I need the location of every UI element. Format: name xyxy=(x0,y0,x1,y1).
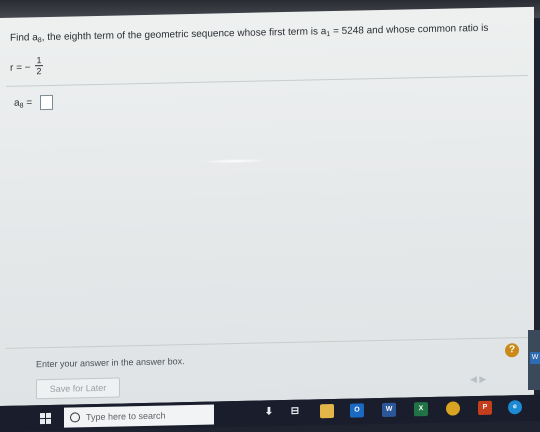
answer-label: a8 = xyxy=(14,97,33,110)
microphone-icon[interactable]: ⬇ xyxy=(262,405,276,419)
question-divider xyxy=(6,74,528,87)
ratio-numerator: 1 xyxy=(36,55,42,66)
windows-start-icon[interactable] xyxy=(40,412,51,425)
question-nav-arrows[interactable]: ◀ ▶ xyxy=(470,374,486,385)
taskbar-search[interactable]: Type here to search xyxy=(64,404,214,428)
outlook-icon[interactable]: O xyxy=(350,403,364,418)
ratio-label: r = − xyxy=(10,62,31,74)
ratio-fraction: 1 2 xyxy=(34,55,44,76)
task-view-icon[interactable]: ⊟ xyxy=(288,405,302,419)
side-w-badge[interactable]: W xyxy=(530,352,540,364)
help-button[interactable]: ? xyxy=(505,343,519,358)
ratio-denominator: 2 xyxy=(36,66,42,77)
word-icon[interactable]: W xyxy=(382,402,396,417)
save-for-later-button[interactable]: Save for Later xyxy=(36,377,120,400)
search-placeholder: Type here to search xyxy=(86,410,166,423)
chrome-icon[interactable] xyxy=(446,401,460,416)
powerpoint-icon[interactable]: P xyxy=(478,400,492,415)
browser-page: Find a8, the eighth term of the geometri… xyxy=(0,6,534,406)
answer-input[interactable] xyxy=(40,94,53,111)
file-explorer-icon[interactable] xyxy=(320,404,334,419)
answer-hint: Enter your answer in the answer box. xyxy=(36,356,185,370)
excel-icon[interactable]: X xyxy=(414,402,428,417)
edge-icon[interactable]: e xyxy=(508,400,522,415)
cortana-icon xyxy=(70,412,80,423)
footer-divider xyxy=(6,336,528,349)
question-text: Find a8, the eighth term of the geometri… xyxy=(10,22,489,45)
screen-glare xyxy=(200,158,270,164)
